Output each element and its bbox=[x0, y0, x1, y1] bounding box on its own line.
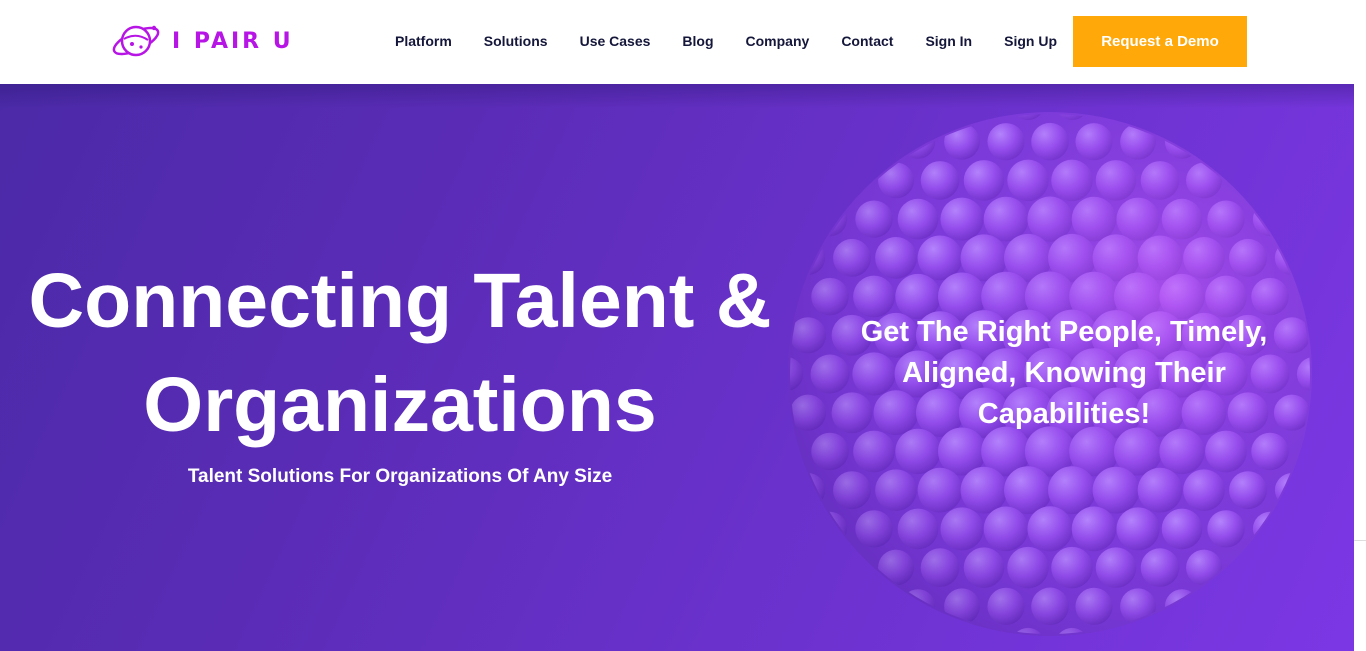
nav-platform[interactable]: Platform bbox=[395, 31, 452, 51]
scrollbar-divider bbox=[1354, 540, 1366, 541]
hero-tagline-line3: Capabilities! bbox=[977, 398, 1151, 430]
nav-sign-in[interactable]: Sign In bbox=[925, 31, 972, 51]
hero-section: Connecting Talent & Organizations Talent… bbox=[0, 84, 1354, 651]
nav-blog[interactable]: Blog bbox=[682, 31, 713, 51]
hero-subtitle: Talent Solutions For Organizations Of An… bbox=[187, 466, 613, 487]
site-header: I PAIR U Platform Solutions Use Cases Bl… bbox=[0, 0, 1366, 84]
planet-icon bbox=[112, 25, 160, 57]
hero-title: Connecting Talent & Organizations bbox=[20, 249, 780, 457]
main-nav: Platform Solutions Use Cases Blog Compan… bbox=[395, 31, 1057, 51]
hero-tagline-line1: Get The Right People, Timely, bbox=[860, 316, 1268, 348]
brand-name: I PAIR U bbox=[172, 28, 294, 54]
nav-use-cases[interactable]: Use Cases bbox=[580, 31, 651, 51]
hero-title-line2: Organizations bbox=[143, 362, 657, 448]
scrollbar[interactable] bbox=[1354, 70, 1366, 651]
nav-sign-up[interactable]: Sign Up bbox=[1004, 31, 1057, 51]
hero-tagline: Get The Right People, Timely, Aligned, K… bbox=[838, 312, 1290, 435]
nav-solutions[interactable]: Solutions bbox=[484, 31, 548, 51]
hero-tagline-line2: Aligned, Knowing Their bbox=[902, 357, 1226, 389]
logo[interactable]: I PAIR U bbox=[110, 20, 294, 62]
request-demo-button[interactable]: Request a Demo bbox=[1073, 16, 1247, 67]
nav-contact[interactable]: Contact bbox=[841, 31, 893, 51]
nav-company[interactable]: Company bbox=[746, 31, 810, 51]
hero-title-line1: Connecting Talent & bbox=[28, 258, 772, 344]
